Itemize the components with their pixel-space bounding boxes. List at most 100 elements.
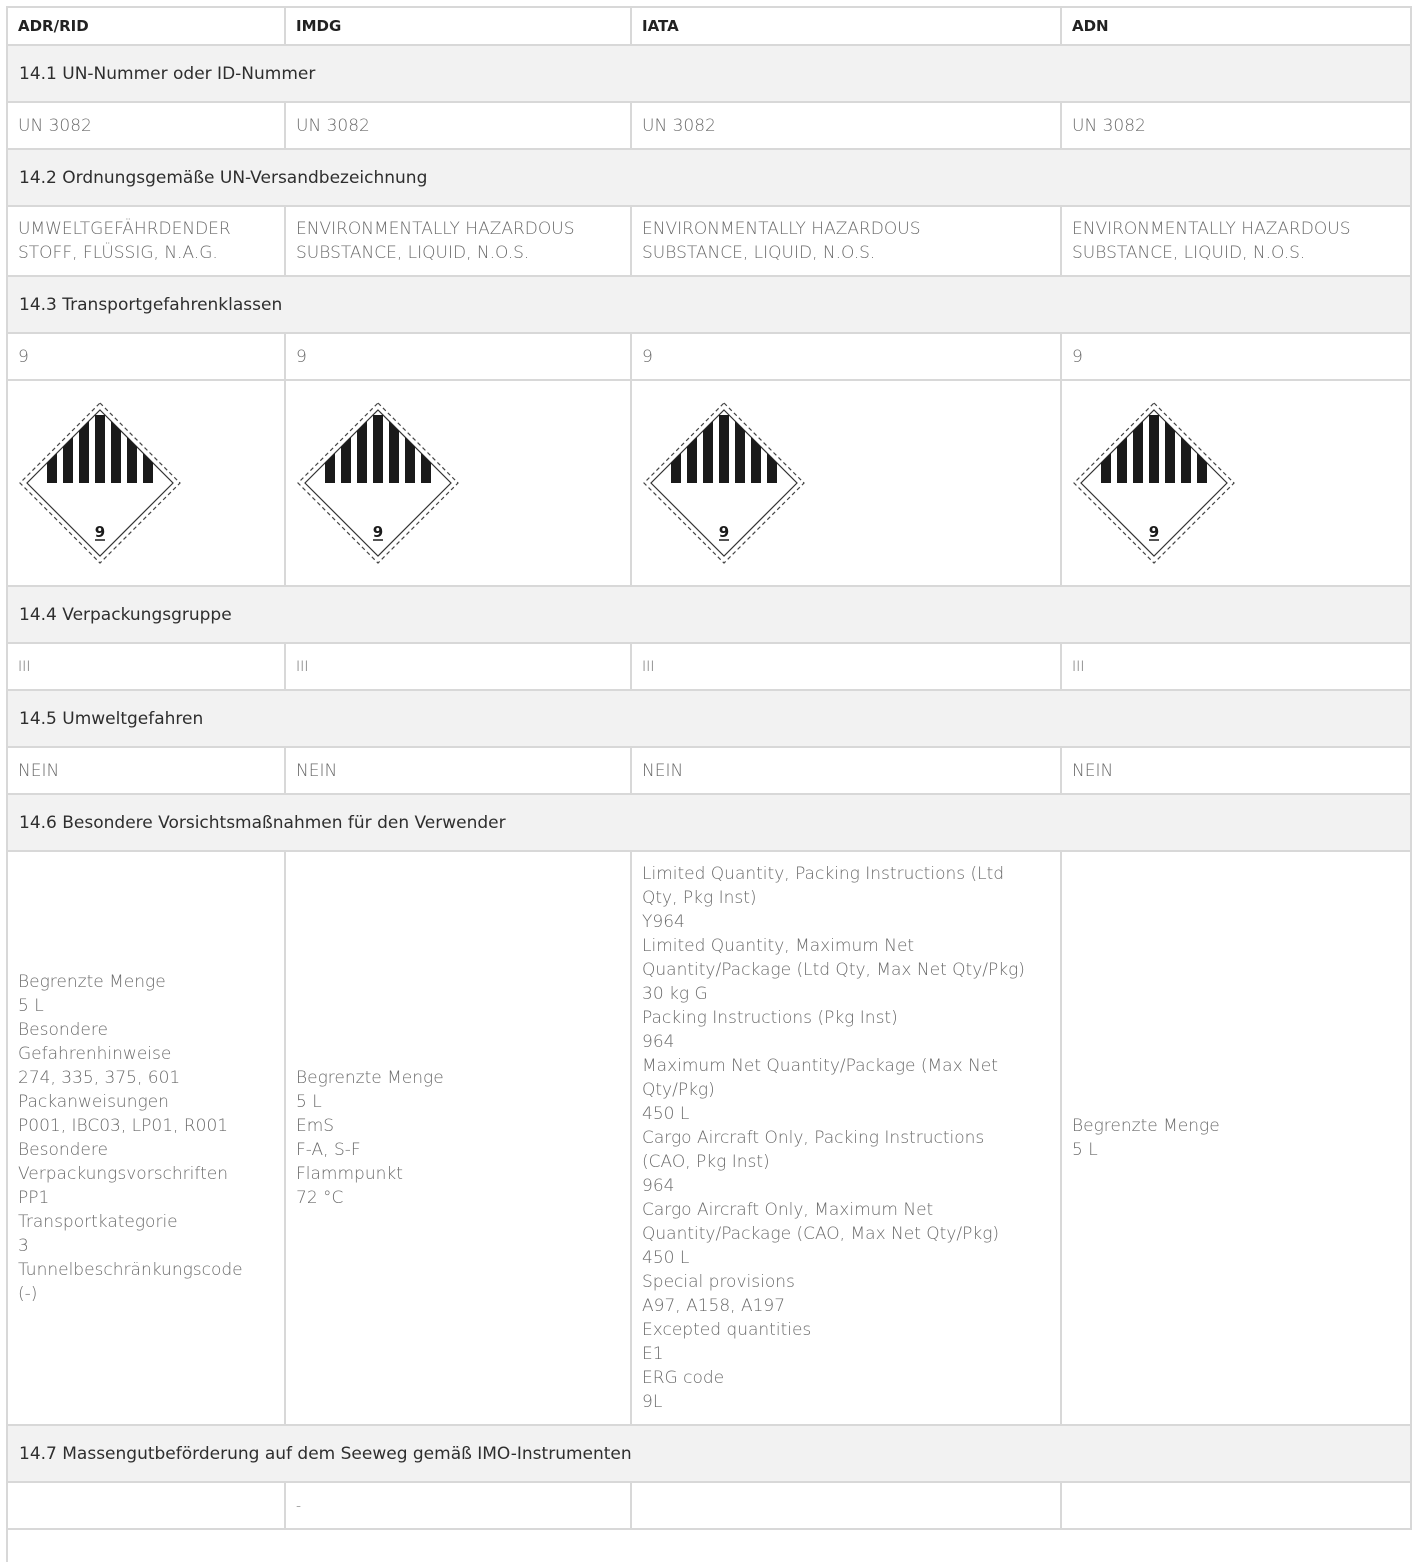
text-line: Verpackungsvorschriften bbox=[18, 1164, 228, 1184]
header-row: ADR/RID IMDG IATA ADN bbox=[6, 6, 1412, 46]
text-line: Flammpunkt bbox=[296, 1164, 403, 1184]
precautions-imdg: Begrenzte Menge 5 L EmS F-A, S-F Flammpunkt 7… bbox=[284, 850, 632, 1426]
column-header-adn: ADN bbox=[1060, 6, 1412, 46]
shipping-name-adr-rid: UMWELTGEFÄHRDENDER STOFF, FLÜSSIG, N.A.G. bbox=[6, 205, 286, 277]
text-line: Qty/Pkg) bbox=[642, 1080, 715, 1100]
text-line: EmS bbox=[296, 1116, 335, 1136]
text-line: 3 bbox=[18, 1236, 29, 1256]
class-9-hazard-placard-icon: 9 bbox=[18, 401, 274, 565]
section-row: 14.4 Verpackungsgruppe bbox=[6, 585, 1412, 644]
bulk-transport-adn bbox=[1060, 1481, 1412, 1530]
text-line: 72 °C bbox=[296, 1188, 344, 1208]
text-line: (CAO, Pkg Inst) bbox=[642, 1152, 770, 1172]
placard-class-number: 9 bbox=[95, 523, 105, 541]
text-line: UMWELTGEFÄHRDENDER bbox=[18, 219, 231, 239]
bulk-transport-adr-rid bbox=[6, 1481, 286, 1530]
table-row: - bbox=[6, 1481, 1412, 1530]
text-line: Qty, Pkg Inst) bbox=[642, 888, 757, 908]
hazard-class-adn: 9 bbox=[1060, 332, 1412, 381]
hazard-class-imdg: 9 bbox=[284, 332, 632, 381]
text-line: 5 L bbox=[18, 996, 44, 1016]
text-line: Tunnelbeschränkungscode bbox=[18, 1260, 243, 1280]
text-line: SUBSTANCE, LIQUID, N.O.S. bbox=[1072, 243, 1306, 263]
placard-row: 9 9 9 9 bbox=[6, 379, 1412, 587]
text-line: STOFF, FLÜSSIG, N.A.G. bbox=[18, 243, 218, 263]
transport-information-table: ADR/RID IMDG IATA ADN 14.1 UN-Nummer ode… bbox=[6, 6, 1412, 1530]
column-header-adr-rid: ADR/RID bbox=[6, 6, 286, 46]
un-number-adn: UN 3082 bbox=[1060, 101, 1412, 150]
placard-cell-adn: 9 bbox=[1060, 379, 1412, 587]
placard-class-number: 9 bbox=[373, 523, 383, 541]
table-row: NEIN NEIN NEIN NEIN bbox=[6, 746, 1412, 795]
table-row: Begrenzte Menge 5 L Besondere Gefahrenhinwe… bbox=[6, 850, 1412, 1426]
text-line: ERG code bbox=[642, 1368, 725, 1388]
section-row: 14.7 Massengutbeförderung auf dem Seeweg… bbox=[6, 1424, 1412, 1483]
text-line: 5 L bbox=[296, 1092, 322, 1112]
section-title-14-7: 14.7 Massengutbeförderung auf dem Seeweg… bbox=[6, 1424, 1412, 1483]
placard-cell-adr-rid: 9 bbox=[6, 379, 286, 587]
text-line: ENVIRONMENTALLY HAZARDOUS bbox=[1072, 219, 1351, 239]
text-line: Excepted quantities bbox=[642, 1320, 812, 1340]
placard-cell-iata: 9 bbox=[630, 379, 1062, 587]
un-number-imdg: UN 3082 bbox=[284, 101, 632, 150]
text-line: P001, IBC03, LP01, R001 bbox=[18, 1116, 229, 1136]
text-line: E1 bbox=[642, 1344, 664, 1364]
text-line: F-A, S-F bbox=[296, 1140, 361, 1160]
section-row: 14.1 UN-Nummer oder ID-Nummer bbox=[6, 44, 1412, 103]
text-line: SUBSTANCE, LIQUID, N.O.S. bbox=[642, 243, 876, 263]
section-title-14-4: 14.4 Verpackungsgruppe bbox=[6, 585, 1412, 644]
column-header-iata: IATA bbox=[630, 6, 1062, 46]
text-line: 30 kg G bbox=[642, 984, 708, 1004]
section-title-14-5: 14.5 Umweltgefahren bbox=[6, 689, 1412, 748]
placard-cell-imdg: 9 bbox=[284, 379, 632, 587]
section-title-14-3: 14.3 Transportgefahrenklassen bbox=[6, 275, 1412, 334]
text-line: Gefahrenhinweise bbox=[18, 1044, 172, 1064]
text-line: Y964 bbox=[642, 912, 685, 932]
text-line: Maximum Net Quantity/Package (Max Net bbox=[642, 1056, 998, 1076]
table-row: UN 3082 UN 3082 UN 3082 UN 3082 bbox=[6, 101, 1412, 150]
precautions-adn: Begrenzte Menge 5 L bbox=[1060, 850, 1412, 1426]
class-9-hazard-placard-icon: 9 bbox=[1072, 401, 1400, 565]
env-hazard-adr-rid: NEIN bbox=[6, 746, 286, 795]
text-line: SUBSTANCE, LIQUID, N.O.S. bbox=[296, 243, 530, 263]
text-line: Transportkategorie bbox=[18, 1212, 178, 1232]
class-9-hazard-placard-icon: 9 bbox=[296, 401, 620, 565]
table-row: UMWELTGEFÄHRDENDER STOFF, FLÜSSIG, N.A.G.… bbox=[6, 205, 1412, 277]
text-line: A97, A158, A197 bbox=[642, 1296, 786, 1316]
text-line: Begrenzte Menge bbox=[296, 1068, 444, 1088]
shipping-name-adn: ENVIRONMENTALLY HAZARDOUS SUBSTANCE, LIQU… bbox=[1060, 205, 1412, 277]
text-line: Besondere bbox=[18, 1020, 108, 1040]
placard-class-number: 9 bbox=[1149, 523, 1159, 541]
un-number-adr-rid: UN 3082 bbox=[6, 101, 286, 150]
env-hazard-imdg: NEIN bbox=[284, 746, 632, 795]
text-line: 5 L bbox=[1072, 1140, 1098, 1160]
env-hazard-iata: NEIN bbox=[630, 746, 1062, 795]
class-9-hazard-placard-icon: 9 bbox=[642, 401, 1050, 565]
text-line: 964 bbox=[642, 1032, 675, 1052]
shipping-name-imdg: ENVIRONMENTALLY HAZARDOUS SUBSTANCE, LIQU… bbox=[284, 205, 632, 277]
text-line: Begrenzte Menge bbox=[18, 972, 166, 992]
bulk-transport-iata bbox=[630, 1481, 1062, 1530]
text-line: Cargo Aircraft Only, Packing Instruction… bbox=[642, 1128, 985, 1148]
section-title-14-2: 14.2 Ordnungsgemäße UN-Versandbezeichnun… bbox=[6, 148, 1412, 207]
placard-class-number: 9 bbox=[719, 523, 729, 541]
column-header-imdg: IMDG bbox=[284, 6, 632, 46]
hazard-class-adr-rid: 9 bbox=[6, 332, 286, 381]
env-hazard-adn: NEIN bbox=[1060, 746, 1412, 795]
text-line: 274, 335, 375, 601 bbox=[18, 1068, 181, 1088]
text-line: 9L bbox=[642, 1392, 663, 1412]
text-line: Besondere bbox=[18, 1140, 108, 1160]
text-line: 450 L bbox=[642, 1248, 690, 1268]
text-line: Limited Quantity, Maximum Net bbox=[642, 936, 915, 956]
text-line: ENVIRONMENTALLY HAZARDOUS bbox=[642, 219, 921, 239]
bulk-transport-imdg: - bbox=[284, 1481, 632, 1530]
section-title-14-6: 14.6 Besondere Vorsichtsmaßnahmen für de… bbox=[6, 793, 1412, 852]
section-row: 14.3 Transportgefahrenklassen bbox=[6, 275, 1412, 334]
text-line: (-) bbox=[18, 1284, 38, 1304]
precautions-adr-rid: Begrenzte Menge 5 L Besondere Gefahrenhinwe… bbox=[6, 850, 286, 1426]
text-line: ENVIRONMENTALLY HAZARDOUS bbox=[296, 219, 575, 239]
section-title-14-1: 14.1 UN-Nummer oder ID-Nummer bbox=[6, 44, 1412, 103]
section-row: 14.2 Ordnungsgemäße UN-Versandbezeichnun… bbox=[6, 148, 1412, 207]
text-line: 450 L bbox=[642, 1104, 690, 1124]
text-line: Packing Instructions (Pkg Inst) bbox=[642, 1008, 898, 1028]
